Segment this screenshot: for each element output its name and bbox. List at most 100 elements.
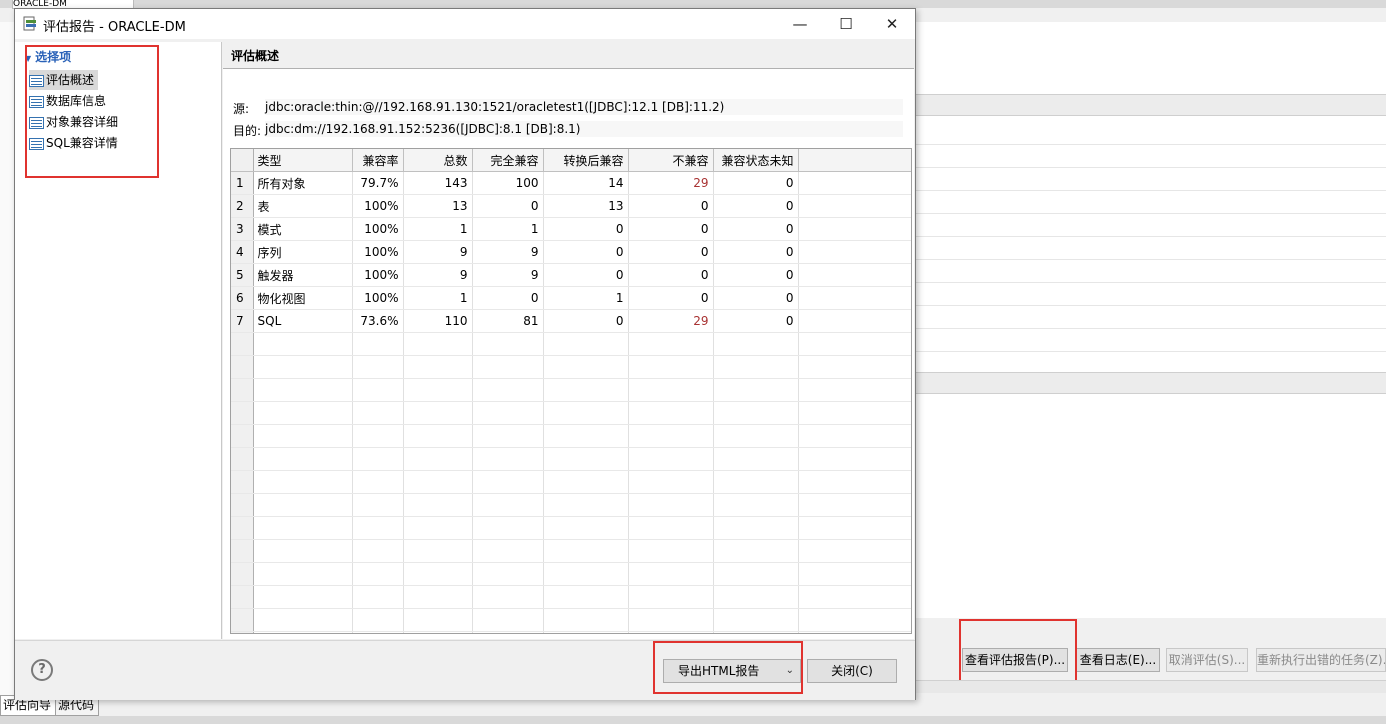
empty-cell	[798, 332, 911, 356]
value-cell: 13	[543, 194, 629, 218]
empty-cell	[472, 355, 544, 379]
value-cell: 0	[713, 217, 799, 241]
empty-cell	[231, 424, 254, 448]
value-cell: 9	[403, 263, 473, 287]
empty-cell	[403, 493, 473, 517]
value-cell: 73.6%	[352, 309, 404, 333]
value-cell: 0	[713, 240, 799, 264]
empty-cell	[472, 424, 544, 448]
overview-body: 源: jdbc:oracle:thin:@//192.168.91.130:15…	[223, 69, 914, 639]
empty-cell	[472, 470, 544, 494]
value-cell: 0	[628, 263, 714, 287]
value-cell: 0	[713, 171, 799, 195]
value-cell: 0	[628, 217, 714, 241]
bg-row-line	[914, 305, 1386, 306]
left-edge-panel	[0, 22, 15, 702]
empty-cell	[352, 401, 404, 425]
empty-cell	[628, 355, 714, 379]
empty-cell	[352, 493, 404, 517]
report-app-icon	[23, 16, 36, 31]
empty-cell	[472, 447, 544, 471]
value-cell: 100%	[352, 194, 404, 218]
summary-table[interactable]: 类型 兼容率 总数 完全兼容 转换后兼容 不兼容 兼容状态未知 1 所有对象 79.…	[230, 148, 912, 634]
table-row[interactable]: 4 序列 100% 9 9 0 0 0	[231, 240, 911, 264]
empty-cell	[543, 332, 629, 356]
help-icon[interactable]: ?	[31, 659, 53, 681]
empty-cell	[543, 608, 629, 632]
table-body: 1 所有对象 79.7% 143 100 14 29 0 2 表 100% 13 0 13 0 0 3 模式 100…	[231, 171, 911, 633]
table-row[interactable]: 6 物化视图 100% 1 0 1 0 0	[231, 286, 911, 310]
type-cell: 表	[253, 194, 353, 218]
value-cell: 100%	[352, 240, 404, 264]
empty-cell	[253, 516, 353, 540]
value-cell: 0	[713, 263, 799, 287]
column-header[interactable]: 兼容状态未知	[713, 149, 799, 172]
table-row[interactable]: 3 模式 100% 1 1 0 0 0	[231, 217, 911, 241]
row-number: 6	[231, 286, 254, 310]
empty-cell	[798, 470, 911, 494]
empty-cell	[253, 424, 353, 448]
column-header[interactable]: 不兼容	[628, 149, 714, 172]
table-row[interactable]: 1 所有对象 79.7% 143 100 14 29 0	[231, 171, 911, 195]
empty-cell	[403, 539, 473, 563]
value-cell: 0	[472, 286, 544, 310]
column-header[interactable]: 完全兼容	[472, 149, 544, 172]
minimize-button[interactable]: —	[777, 9, 823, 39]
close-window-button[interactable]: ✕	[869, 9, 915, 39]
empty-cell	[231, 470, 254, 494]
value-cell: 29	[628, 171, 714, 195]
empty-cell	[798, 401, 911, 425]
table-row[interactable]: 5 触发器 100% 9 9 0 0 0	[231, 263, 911, 287]
dialog-titlebar[interactable]: 评估报告 - ORACLE-DM — ☐ ✕	[15, 9, 915, 39]
empty-row	[231, 585, 911, 609]
app-top-bar	[0, 0, 1386, 8]
empty-cell	[231, 378, 254, 402]
empty-cell	[352, 631, 404, 633]
column-header[interactable]: 兼容率	[352, 149, 404, 172]
table-header-row: 类型 兼容率 总数 完全兼容 转换后兼容 不兼容 兼容状态未知	[231, 149, 911, 172]
empty-cell	[628, 378, 714, 402]
empty-cell	[352, 424, 404, 448]
summary-grid: 类型 兼容率 总数 完全兼容 转换后兼容 不兼容 兼容状态未知 1 所有对象 79.…	[231, 149, 911, 633]
highlight-tree	[25, 45, 159, 178]
view-log-button[interactable]: 查看日志(E)...	[1076, 648, 1160, 672]
row-number: 4	[231, 240, 254, 264]
empty-row	[231, 378, 911, 402]
empty-cell	[543, 355, 629, 379]
value-cell: 9	[403, 240, 473, 264]
empty-cell	[231, 585, 254, 609]
empty-cell	[403, 378, 473, 402]
empty-cell	[352, 447, 404, 471]
rerun-failed-tasks-button[interactable]: 重新执行出错的任务(Z)...	[1256, 648, 1386, 672]
cancel-evaluation-button[interactable]: 取消评估(S)...	[1166, 648, 1248, 672]
table-row[interactable]: 7 SQL 73.6% 110 81 0 29 0	[231, 309, 911, 333]
empty-cell	[472, 631, 544, 633]
bg-row-line	[914, 328, 1386, 329]
maximize-button[interactable]: ☐	[823, 9, 869, 39]
evaluation-report-dialog: 评估报告 - ORACLE-DM — ☐ ✕ ▼ 选择项 评估概述 数据库信息 对…	[14, 8, 916, 700]
column-header[interactable]: 总数	[403, 149, 473, 172]
value-cell: 9	[472, 263, 544, 287]
column-header[interactable]: 转换后兼容	[543, 149, 629, 172]
empty-cell	[628, 539, 714, 563]
empty-cell	[798, 516, 911, 540]
column-header[interactable]: 类型	[253, 149, 353, 172]
target-connection-field[interactable]: jdbc:dm://192.168.91.152:5236([JDBC]:8.1…	[265, 121, 903, 137]
empty-cell	[628, 470, 714, 494]
close-button[interactable]: 关闭(C)	[807, 659, 897, 683]
value-cell: 100	[472, 171, 544, 195]
empty-cell	[231, 608, 254, 632]
row-number: 7	[231, 309, 254, 333]
empty-cell	[352, 562, 404, 586]
empty-cell	[798, 493, 911, 517]
table-row[interactable]: 2 表 100% 13 0 13 0 0	[231, 194, 911, 218]
horizontal-scrollbar[interactable]	[914, 680, 1386, 693]
value-cell: 100%	[352, 217, 404, 241]
empty-cell	[713, 585, 799, 609]
empty-cell	[543, 562, 629, 586]
source-connection-field[interactable]: jdbc:oracle:thin:@//192.168.91.130:1521/…	[265, 99, 903, 115]
empty-cell	[403, 516, 473, 540]
value-cell: 0	[628, 286, 714, 310]
bg-row-line	[914, 190, 1386, 191]
value-cell: 0	[628, 240, 714, 264]
